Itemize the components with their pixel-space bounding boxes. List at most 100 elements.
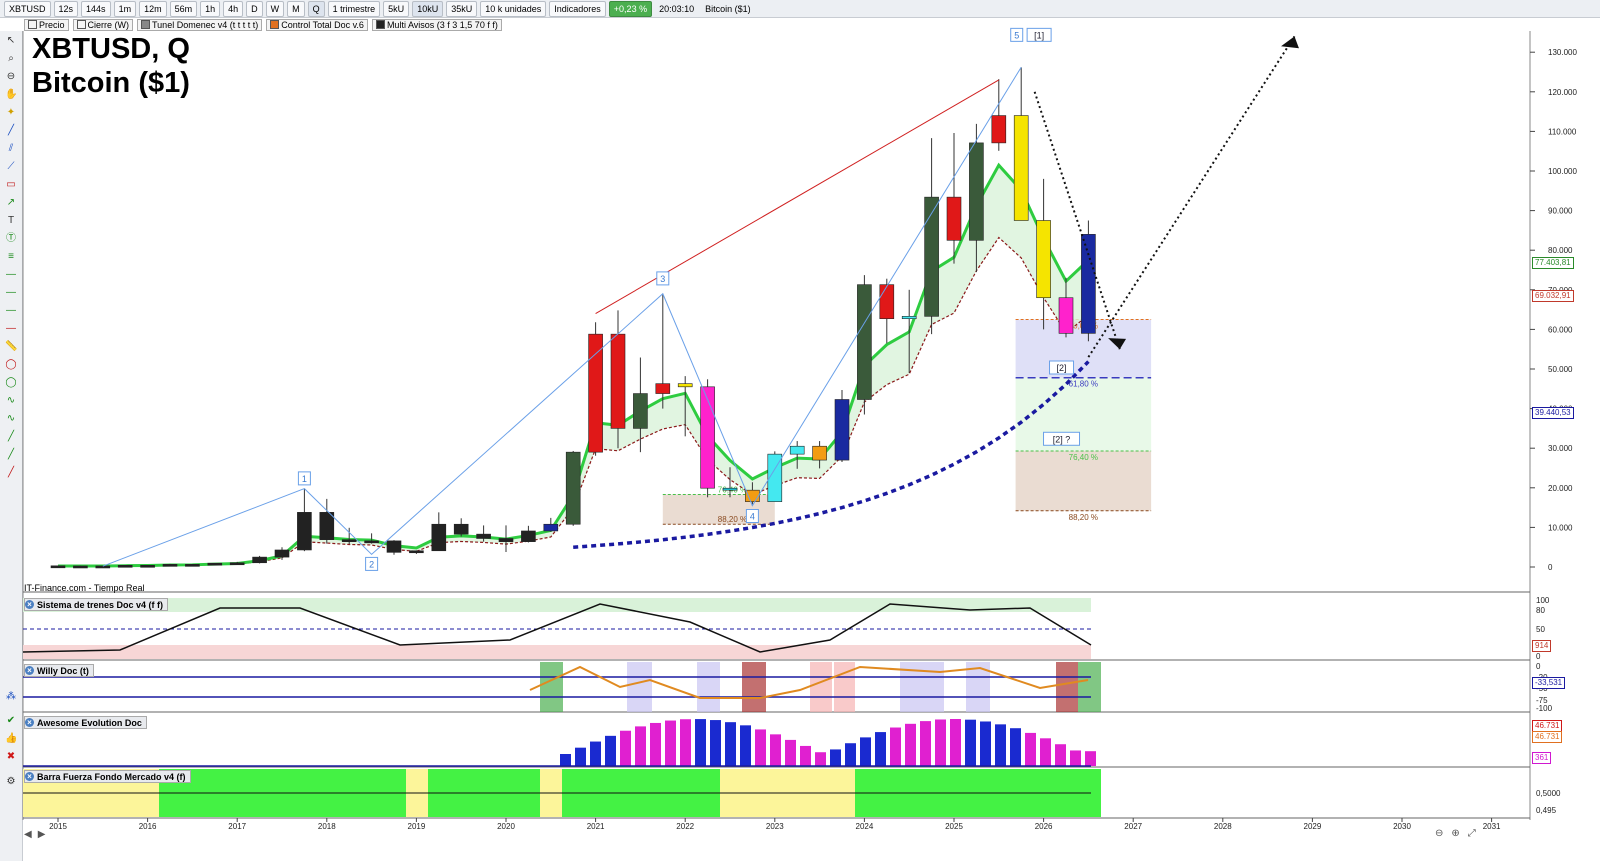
text-label-icon[interactable]: Ⓣ [5, 233, 17, 245]
timeframe-m[interactable]: M [287, 0, 305, 17]
candle [1058, 297, 1074, 334]
legend-item-precio[interactable]: Precio [24, 19, 69, 31]
period-select[interactable]: 1 trimestre [327, 0, 381, 17]
wave-label-box [1049, 360, 1075, 375]
timeframe-4h[interactable]: 4h [223, 0, 244, 17]
clock-time: 20:03:10 [659, 3, 695, 14]
candle [655, 383, 671, 394]
unit-select[interactable]: 10 k unidades [480, 0, 547, 17]
legend-item-cierre[interactable]: Cierre (W) [72, 19, 134, 31]
unit-10ku[interactable]: 10kU [412, 0, 444, 17]
timeframe-12s[interactable]: 12s [53, 0, 79, 17]
timeframe-1h[interactable]: 1h [200, 0, 221, 17]
wave-tool-icon[interactable]: ⁂ [5, 691, 17, 703]
timeframe-d[interactable]: D [246, 0, 263, 17]
unit-35ku[interactable]: 35kU [446, 0, 478, 17]
curve-2-icon[interactable]: ∿ [5, 413, 17, 425]
thumbs-up-icon[interactable]: 👍 [5, 733, 17, 745]
symbol-select[interactable]: XBTUSD [4, 0, 51, 17]
wave-label: 2 [369, 559, 374, 569]
legend-label: Cierre (W) [87, 20, 130, 30]
channel-icon[interactable]: ⫽ [5, 143, 17, 155]
x-tick-label: 2031 [1483, 822, 1501, 831]
change-badge: +0,23 % [608, 0, 653, 17]
cursor-icon[interactable]: ↖ [5, 35, 17, 47]
y-tick-label: 110.000 [1548, 127, 1577, 136]
awesome-bar [620, 730, 631, 766]
line-icon[interactable]: ╱ [5, 431, 17, 443]
drawing-toolbar: ↖ ⌕ ⊖ ✋ ✦ ╱ ⫽ ⟋ ▭ ↗ T Ⓣ ≡ — — — — 📏 ◯ ◯ … [0, 31, 23, 861]
ray-icon[interactable]: ⟋ [5, 161, 17, 173]
legend-item-avisos[interactable]: Multi Avisos (3 f 3 1,5 70 f f) [371, 19, 502, 31]
timeframe-w[interactable]: W [265, 0, 285, 17]
ellipse-2-icon[interactable]: ◯ [5, 377, 17, 389]
unit-5ku[interactable]: 5kU [383, 0, 410, 17]
price-box-close: 77.403,81 [1532, 257, 1574, 269]
ruler-icon[interactable]: 📏 [5, 341, 17, 353]
barra-segment [855, 769, 1101, 817]
panel-willy-title[interactable]: × Willy Doc (t) [24, 664, 94, 677]
text-icon[interactable]: T [5, 215, 17, 227]
zoom-plus-icon[interactable]: ⊕ [1451, 828, 1459, 839]
candle [722, 487, 738, 491]
timeframe-12m[interactable]: 12m [139, 0, 167, 17]
zoom-out-icon[interactable]: ⊖ [5, 71, 17, 83]
close-icon[interactable]: × [25, 718, 34, 727]
indicators-button[interactable]: Indicadores [549, 0, 606, 17]
horizontal-line-2-icon[interactable]: — [5, 287, 17, 299]
curve-icon[interactable]: ∿ [5, 395, 17, 407]
line-2-icon[interactable]: ╱ [5, 449, 17, 461]
awesome-bar [605, 735, 616, 766]
close-icon[interactable]: × [25, 772, 34, 781]
panel-barra-title[interactable]: × Barra Fuerza Fondo Mercado v4 (f) [24, 770, 191, 783]
awesome-bar [560, 754, 571, 766]
zoom-minus-icon[interactable]: ⊖ [1435, 828, 1443, 839]
awesome-bar [1085, 751, 1096, 766]
awesome-bar [755, 729, 766, 766]
awesome-bar [890, 727, 901, 766]
awesome-bar [830, 749, 841, 766]
rectangle-icon[interactable]: ▭ [5, 179, 17, 191]
horizontal-line-icon[interactable]: — [5, 269, 17, 281]
scroll-left-icon[interactable]: ◀ [24, 829, 32, 840]
check-icon[interactable]: ✔ [5, 715, 17, 727]
panel-awesome-title[interactable]: × Awesome Evolution Doc [24, 716, 147, 729]
timeframe-q[interactable]: Q [307, 0, 325, 17]
line-3-icon[interactable]: ╱ [5, 467, 17, 479]
delete-icon[interactable]: ✖ [5, 751, 17, 763]
willy-zone [1078, 662, 1101, 712]
green-trend-line [57, 162, 1090, 568]
timeframe-56m[interactable]: 56m [169, 0, 198, 17]
x-tick-label: 2019 [408, 822, 426, 831]
fit-icon[interactable]: ⤢ [1468, 828, 1476, 839]
horizontal-line-3-icon[interactable]: — [5, 305, 17, 317]
x-tick-label: 2017 [228, 822, 246, 831]
bulb-icon[interactable]: ✦ [5, 107, 17, 119]
panel-trenes-title[interactable]: × Sistema de trenes Doc v4 (f f) [24, 598, 169, 611]
legend-item-control[interactable]: Control Total Doc v.6 [266, 19, 368, 31]
close-icon[interactable]: × [25, 666, 34, 675]
main-chart[interactable]: 50,00 % 61,80 % 76,40 % 88,20 % 76,40 % 88,20… [0, 0, 1600, 861]
timeframe-1m[interactable]: 1m [113, 0, 137, 17]
trendline-icon[interactable]: ╱ [5, 125, 17, 137]
candle [117, 564, 133, 568]
panel-tick-label: 0 [1536, 652, 1541, 661]
awesome-bar [920, 721, 931, 766]
x-tick-label: 2025 [945, 822, 963, 831]
ellipse-icon[interactable]: ◯ [5, 359, 17, 371]
x-tick-label: 2022 [676, 822, 694, 831]
scroll-right-icon[interactable]: ▶ [38, 829, 46, 840]
fibonacci-icon[interactable]: ≡ [5, 251, 17, 263]
hand-icon[interactable]: ✋ [5, 89, 17, 101]
horizontal-line-4-icon[interactable]: — [5, 323, 17, 335]
close-icon[interactable]: × [25, 600, 34, 609]
candle [812, 445, 827, 461]
arrow-icon[interactable]: ↗ [5, 197, 17, 209]
candle [969, 142, 984, 241]
zoom-icon[interactable]: ⌕ [5, 53, 17, 65]
legend-item-tunel[interactable]: Tunel Domenec v4 (t t t t t) [137, 19, 263, 31]
settings-icon[interactable]: ⚙ [5, 776, 17, 788]
trenes-line [22, 603, 1092, 653]
timeframe-144s[interactable]: 144s [81, 0, 111, 17]
projection-up [1087, 35, 1296, 358]
